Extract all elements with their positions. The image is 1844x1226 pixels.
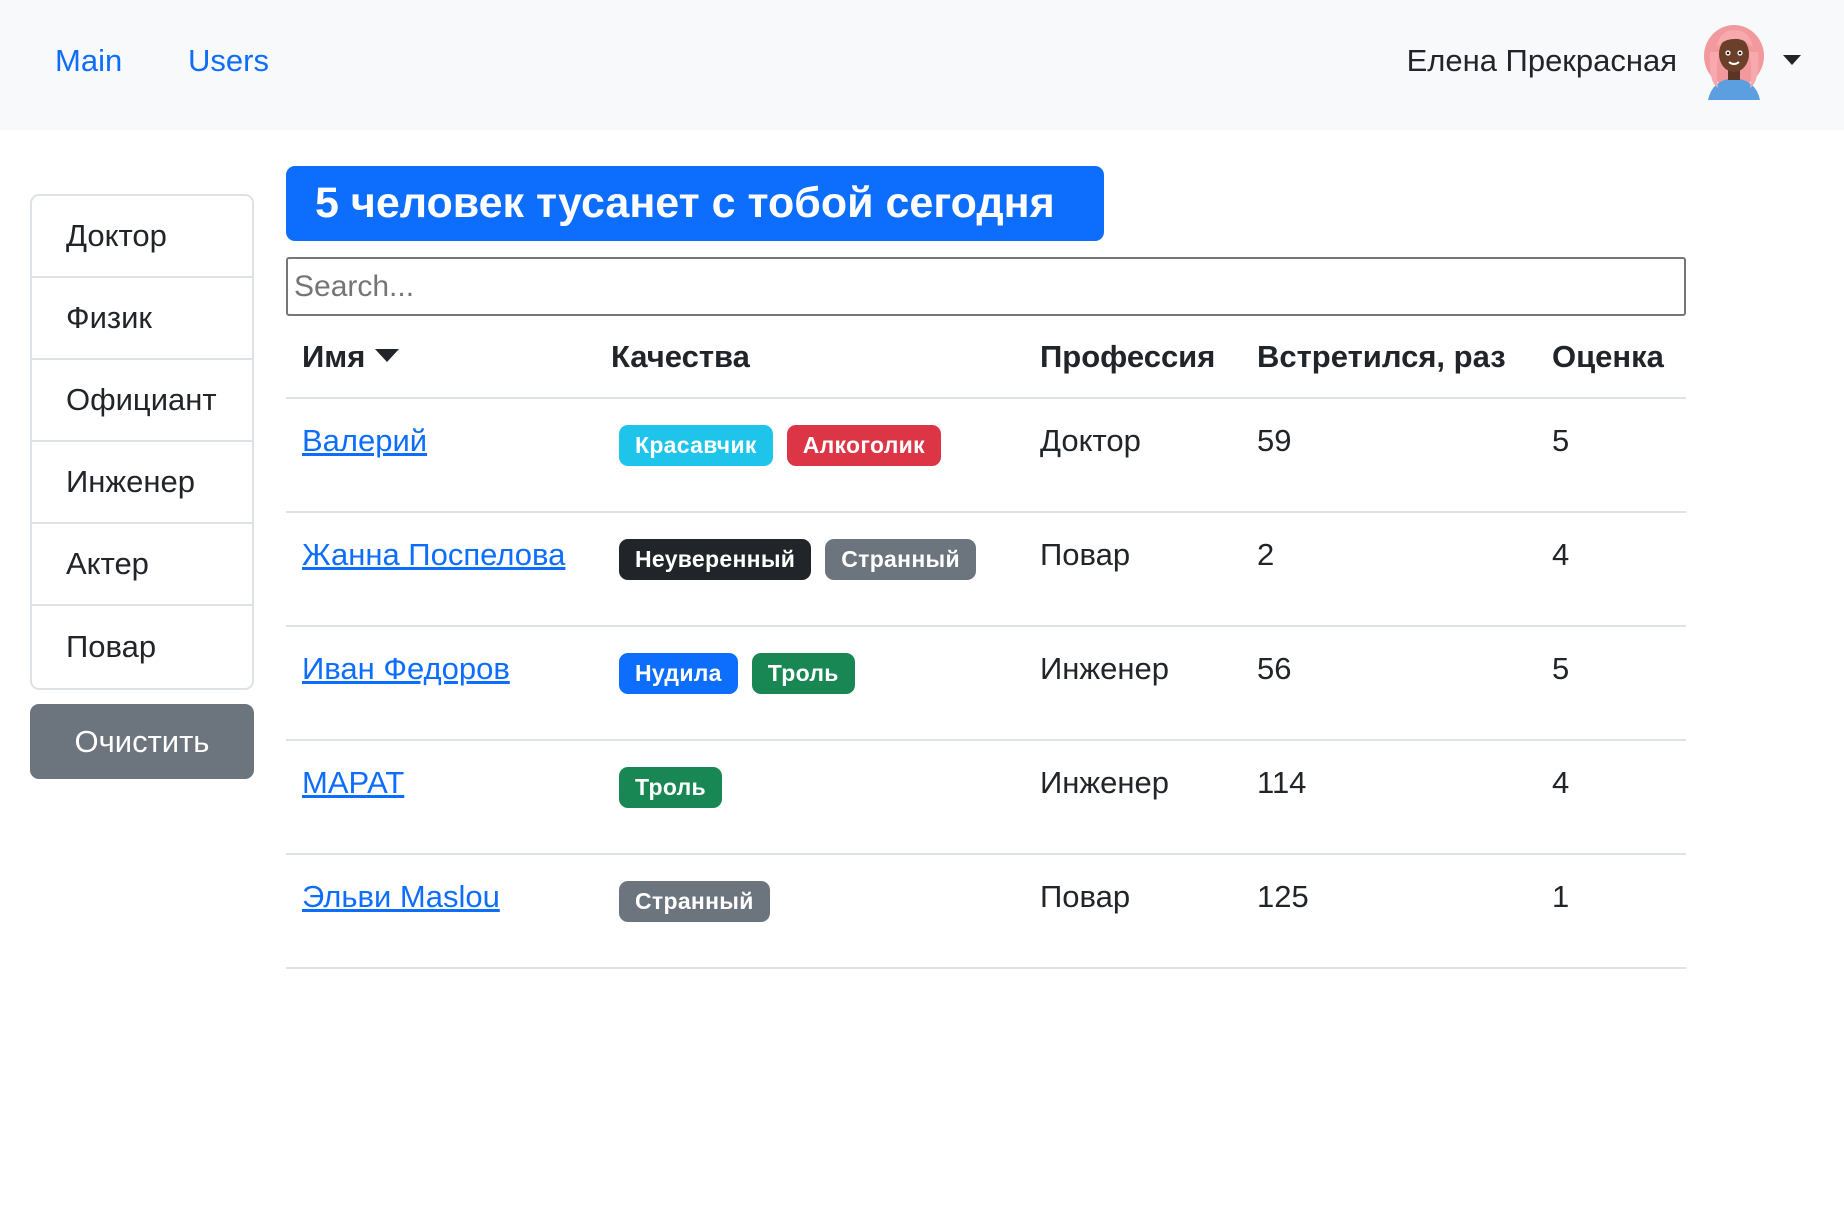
user-name-link[interactable]: Эльви Maslou [302, 879, 500, 914]
column-header-name[interactable]: Имя [286, 316, 595, 399]
quality-badge: Неуверенный [619, 539, 812, 580]
filter-item-waiter[interactable]: Официант [32, 360, 252, 442]
name-cell: Иван Федоров [286, 626, 595, 741]
table-row: Эльви Maslou Странный Повар 125 1 [286, 854, 1686, 969]
filter-item-engineer[interactable]: Инженер [32, 442, 252, 524]
profession-cell: Повар [1024, 854, 1241, 969]
met-count-cell: 59 [1241, 398, 1536, 513]
user-name-link[interactable]: Валерий [302, 423, 427, 458]
name-cell: Эльви Maslou [286, 854, 595, 969]
table-header-row: Имя Качества Профессия Встретился, раз О… [286, 316, 1686, 399]
quality-badge: Троль [619, 767, 722, 808]
qualities-cell: Красавчик Алкоголик [595, 398, 1024, 513]
party-count-banner: 5 человек тусанет с тобой сегодня [286, 166, 1104, 241]
user-name-link[interactable]: МАРАТ [302, 765, 404, 800]
column-header-qualities: Качества [595, 316, 1024, 399]
qualities-cell: Троль [595, 740, 1024, 855]
table-body: Валерий Красавчик Алкоголик Доктор 59 5 Жанна … [286, 398, 1686, 969]
user-name[interactable]: Елена Прекрасная [1407, 42, 1677, 80]
profession-cell: Инженер [1024, 740, 1241, 855]
name-cell: Валерий [286, 398, 595, 513]
users-table: Имя Качества Профессия Встретился, раз О… [286, 316, 1686, 969]
name-cell: МАРАТ [286, 740, 595, 855]
met-count-cell: 2 [1241, 512, 1536, 627]
chevron-down-icon[interactable] [1783, 55, 1801, 65]
filter-item-doctor[interactable]: Доктор [32, 196, 252, 278]
met-count-cell: 125 [1241, 854, 1536, 969]
met-count-cell: 56 [1241, 626, 1536, 741]
rating-cell: 4 [1536, 740, 1686, 855]
column-header-name-label: Имя [302, 338, 366, 374]
top-navbar: Main Users Елена Прекрасная [0, 0, 1844, 130]
name-cell: Жанна Поспелова [286, 512, 595, 627]
table-row: Жанна Поспелова Неуверенный Странный Повар 2… [286, 512, 1686, 627]
quality-badge: Троль [751, 653, 855, 694]
profession-cell: Повар [1024, 512, 1241, 627]
rating-cell: 4 [1536, 512, 1686, 627]
user-name-link[interactable]: Иван Федоров [302, 651, 510, 686]
column-header-profession[interactable]: Профессия [1024, 316, 1241, 399]
quality-badge: Алкоголик [786, 425, 941, 466]
quality-badge: Нудила [619, 653, 738, 694]
filter-item-actor[interactable]: Актер [32, 524, 252, 606]
sort-desc-icon [375, 348, 400, 362]
search-input[interactable] [286, 257, 1686, 316]
nav-link-main[interactable]: Main [55, 42, 122, 80]
rating-cell: 5 [1536, 398, 1686, 513]
table-row: МАРАТ Троль Инженер 114 4 [286, 740, 1686, 855]
quality-badge: Странный [619, 881, 770, 922]
table-row: Валерий Красавчик Алкоголик Доктор 59 5 [286, 398, 1686, 513]
filter-item-cook[interactable]: Повар [32, 606, 252, 688]
column-header-rating[interactable]: Оценка [1536, 316, 1686, 399]
rating-cell: 5 [1536, 626, 1686, 741]
clear-filter-button[interactable]: Очистить [30, 704, 254, 779]
avatar[interactable] [1698, 22, 1770, 100]
nav-link-users[interactable]: Users [188, 42, 269, 80]
met-count-cell: 114 [1241, 740, 1536, 855]
profession-filter-list: Доктор Физик Официант Инженер Актер Пова… [30, 194, 254, 690]
profession-cell: Доктор [1024, 398, 1241, 513]
quality-badge: Красавчик [619, 425, 773, 466]
qualities-cell: Нудила Троль [595, 626, 1024, 741]
profession-cell: Инженер [1024, 626, 1241, 741]
rating-cell: 1 [1536, 854, 1686, 969]
table-row: Иван Федоров Нудила Троль Инженер 56 5 [286, 626, 1686, 741]
user-name-link[interactable]: Жанна Поспелова [302, 537, 565, 572]
qualities-cell: Неуверенный Странный [595, 512, 1024, 627]
quality-badge: Странный [825, 539, 976, 580]
qualities-cell: Странный [595, 854, 1024, 969]
filter-item-physicist[interactable]: Физик [32, 278, 252, 360]
column-header-met[interactable]: Встретился, раз [1241, 316, 1536, 399]
